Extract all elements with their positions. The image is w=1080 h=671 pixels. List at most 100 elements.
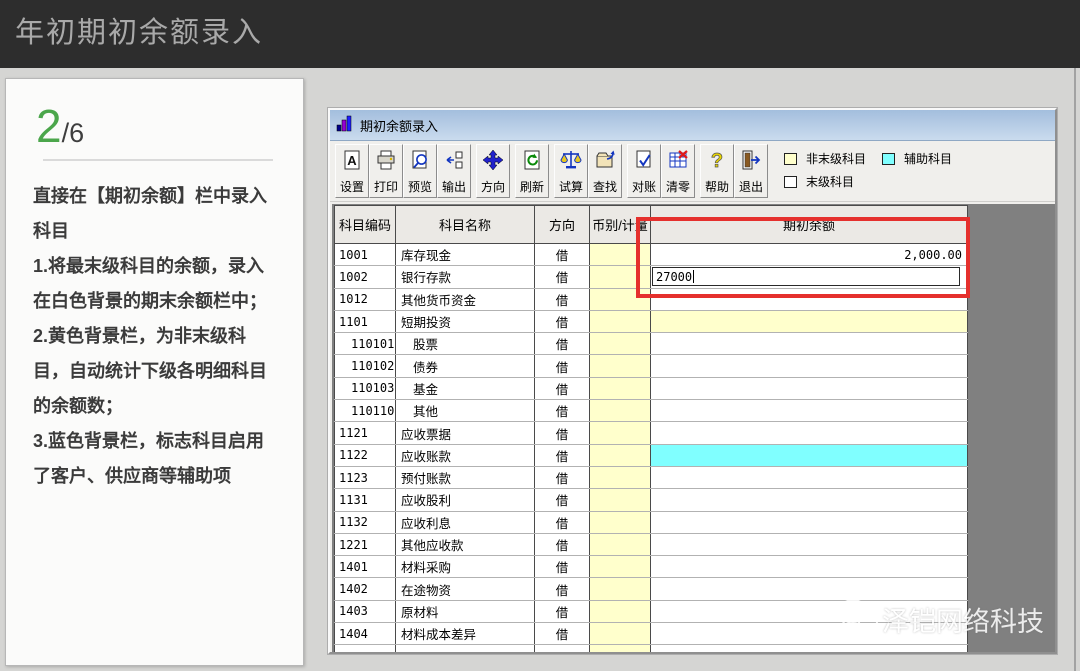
account-name-cell[interactable]: 其他 — [396, 400, 535, 422]
currency-cell[interactable] — [590, 444, 651, 466]
account-name-cell[interactable]: 其他应收款 — [396, 533, 535, 555]
currency-cell[interactable] — [590, 333, 651, 355]
exit-button[interactable]: 退出 — [734, 144, 768, 198]
balance-cell[interactable] — [651, 400, 968, 422]
direction-button[interactable]: 方向 — [476, 144, 510, 198]
account-code-cell[interactable]: 1402 — [335, 578, 396, 600]
clear-zero-button[interactable]: 清零 — [661, 144, 695, 198]
account-code-cell[interactable]: 110101 — [335, 333, 396, 355]
currency-cell[interactable] — [590, 377, 651, 399]
direction-cell[interactable]: 借 — [535, 310, 590, 332]
direction-cell[interactable]: 借 — [535, 288, 590, 310]
account-code-cell[interactable]: 1002 — [335, 266, 396, 288]
balance-cell[interactable] — [651, 310, 968, 332]
account-name-cell[interactable]: 债券 — [396, 355, 535, 377]
direction-cell[interactable]: 借 — [535, 623, 590, 645]
direction-cell[interactable]: 借 — [535, 266, 590, 288]
account-name-cell[interactable]: 应收股利 — [396, 489, 535, 511]
account-name-cell[interactable]: 在途物资 — [396, 578, 535, 600]
balance-cell[interactable] — [651, 444, 968, 466]
account-name-cell[interactable]: 原材料 — [396, 600, 535, 622]
account-name-cell[interactable]: 应收票据 — [396, 422, 535, 444]
currency-cell[interactable] — [590, 556, 651, 578]
direction-cell[interactable]: 借 — [535, 333, 590, 355]
account-name-cell[interactable] — [396, 645, 535, 652]
direction-cell[interactable]: 借 — [535, 422, 590, 444]
balance-cell[interactable] — [651, 355, 968, 377]
direction-cell[interactable]: 借 — [535, 511, 590, 533]
account-code-cell[interactable]: 1001 — [335, 244, 396, 266]
direction-cell[interactable]: 借 — [535, 556, 590, 578]
balance-cell[interactable] — [651, 377, 968, 399]
account-name-cell[interactable]: 材料采购 — [396, 556, 535, 578]
balance-cell[interactable] — [651, 645, 968, 652]
balance-cell[interactable] — [651, 489, 968, 511]
account-code-cell[interactable]: 1121 — [335, 422, 396, 444]
window-titlebar[interactable]: 期初余额录入 — [330, 110, 1055, 141]
preview-button[interactable]: 预览 — [403, 144, 437, 198]
currency-cell[interactable] — [590, 489, 651, 511]
account-code-cell[interactable]: 1401 — [335, 556, 396, 578]
account-code-cell[interactable]: 1012 — [335, 288, 396, 310]
account-code-cell[interactable]: 1123 — [335, 466, 396, 488]
account-code-cell[interactable]: 1122 — [335, 444, 396, 466]
balance-cell[interactable] — [651, 422, 968, 444]
account-name-cell[interactable]: 银行存款 — [396, 266, 535, 288]
account-code-cell[interactable]: 110102 — [335, 355, 396, 377]
balance-cell[interactable] — [651, 556, 968, 578]
account-name-cell[interactable]: 应收利息 — [396, 511, 535, 533]
account-code-cell[interactable]: 1403 — [335, 600, 396, 622]
account-code-cell[interactable]: 1132 — [335, 511, 396, 533]
account-code-cell[interactable] — [335, 645, 396, 652]
balance-cell[interactable] — [651, 533, 968, 555]
settings-button[interactable]: A设置 — [335, 144, 369, 198]
currency-cell[interactable] — [590, 645, 651, 652]
currency-cell[interactable] — [590, 533, 651, 555]
currency-cell[interactable] — [590, 578, 651, 600]
balance-cell[interactable] — [651, 333, 968, 355]
currency-cell[interactable] — [590, 466, 651, 488]
account-code-cell[interactable]: 1404 — [335, 623, 396, 645]
account-name-cell[interactable]: 短期投资 — [396, 310, 535, 332]
trial-balance-button[interactable]: 试算 — [554, 144, 588, 198]
refresh-button[interactable]: 刷新 — [515, 144, 549, 198]
currency-cell[interactable] — [590, 623, 651, 645]
account-name-cell[interactable]: 预付账款 — [396, 466, 535, 488]
direction-cell[interactable]: 借 — [535, 355, 590, 377]
table-body: 1001库存现金借2,000.001002银行存款借270001012其他货币资… — [335, 244, 968, 653]
currency-cell[interactable] — [590, 400, 651, 422]
direction-cell[interactable]: 借 — [535, 444, 590, 466]
account-name-cell[interactable]: 基金 — [396, 377, 535, 399]
reconcile-button[interactable]: 对账 — [627, 144, 661, 198]
direction-cell[interactable]: 借 — [535, 466, 590, 488]
account-name-cell[interactable]: 应收账款 — [396, 444, 535, 466]
direction-cell[interactable]: 借 — [535, 244, 590, 266]
account-code-cell[interactable]: 110110 — [335, 400, 396, 422]
direction-cell[interactable] — [535, 645, 590, 652]
balance-cell[interactable] — [651, 466, 968, 488]
direction-cell[interactable]: 借 — [535, 489, 590, 511]
direction-cell[interactable]: 借 — [535, 400, 590, 422]
direction-cell[interactable]: 借 — [535, 533, 590, 555]
help-button[interactable]: ?帮助 — [700, 144, 734, 198]
account-code-cell[interactable]: 110103 — [335, 377, 396, 399]
currency-cell[interactable] — [590, 600, 651, 622]
account-name-cell[interactable]: 材料成本差异 — [396, 623, 535, 645]
currency-cell[interactable] — [590, 422, 651, 444]
account-code-cell[interactable]: 1101 — [335, 310, 396, 332]
direction-cell[interactable]: 借 — [535, 578, 590, 600]
account-code-cell[interactable]: 1221 — [335, 533, 396, 555]
print-button[interactable]: 打印 — [369, 144, 403, 198]
currency-cell[interactable] — [590, 511, 651, 533]
account-name-cell[interactable]: 库存现金 — [396, 244, 535, 266]
currency-cell[interactable] — [590, 355, 651, 377]
account-name-cell[interactable]: 其他货币资金 — [396, 288, 535, 310]
export-button[interactable]: 输出 — [437, 144, 471, 198]
account-name-cell[interactable]: 股票 — [396, 333, 535, 355]
currency-cell[interactable] — [590, 310, 651, 332]
account-code-cell[interactable]: 1131 — [335, 489, 396, 511]
direction-cell[interactable]: 借 — [535, 377, 590, 399]
direction-cell[interactable]: 借 — [535, 600, 590, 622]
balance-cell[interactable] — [651, 511, 968, 533]
find-button[interactable]: 查找 — [588, 144, 622, 198]
